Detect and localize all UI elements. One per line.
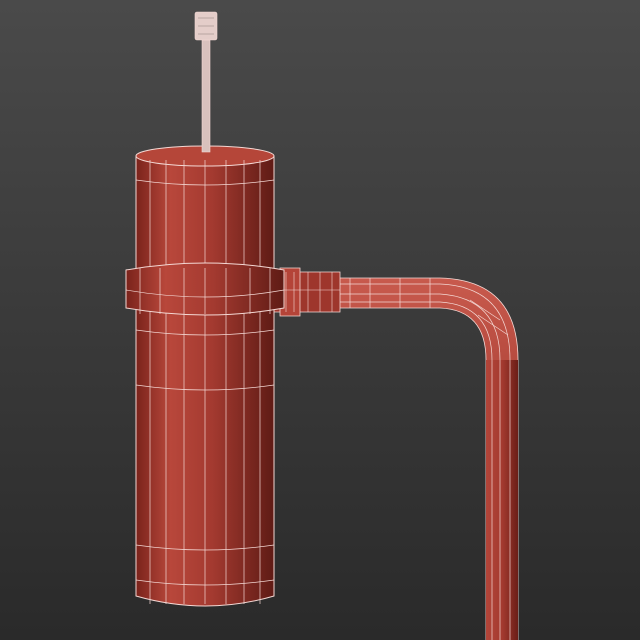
pipe-vertical <box>486 360 518 640</box>
antenna-rod <box>201 39 211 153</box>
viewport-background <box>0 0 640 640</box>
viewport-canvas <box>0 0 640 640</box>
lamp-cylinder <box>135 145 275 607</box>
3d-viewport[interactable] <box>0 0 640 640</box>
lamp-collar <box>125 262 285 316</box>
